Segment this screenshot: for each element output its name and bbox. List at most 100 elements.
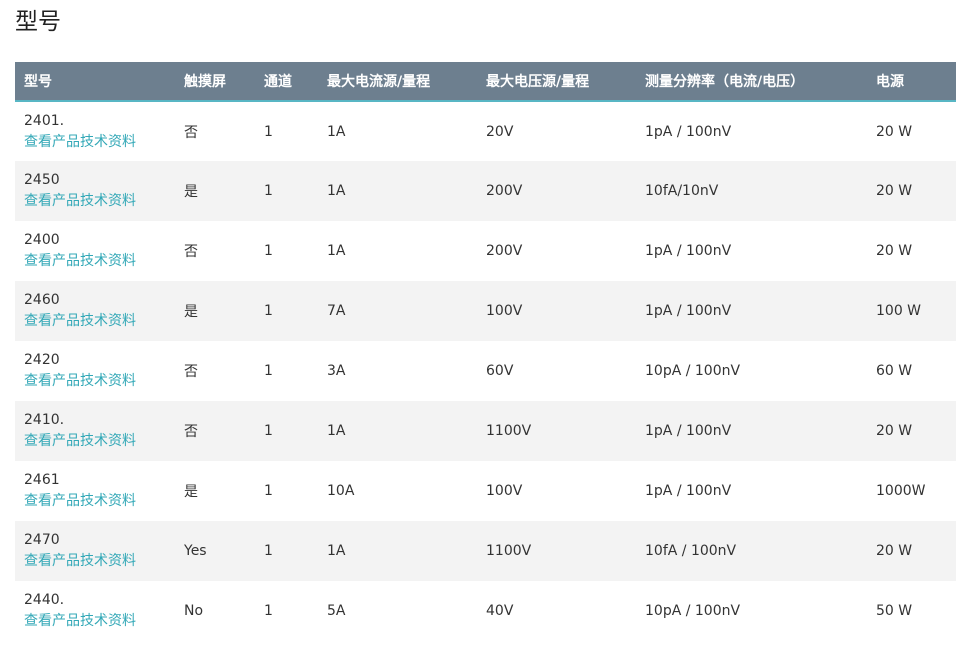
resolution-cell: 1pA / 100nV [645, 303, 732, 319]
product-datasheet-link[interactable]: 查看产品技术资料 [24, 611, 175, 632]
table-row: 2461 查看产品技术资料 是 1 10A 100V 1pA / 100nV 1… [15, 461, 956, 521]
touchscreen-cell: 否 [184, 424, 198, 440]
max-current-cell: 10A [327, 483, 355, 499]
model-table: 型号 触摸屏 通道 最大电流源/量程 最大电压源/量程 测量分辨率（电流/电压）… [15, 62, 956, 641]
model-cell: 2440. 查看产品技术资料 [15, 581, 175, 641]
product-datasheet-link[interactable]: 查看产品技术资料 [24, 371, 175, 392]
model-cell: 2460 查看产品技术资料 [15, 281, 175, 341]
page-title: 型号 [15, 9, 61, 35]
product-datasheet-link[interactable]: 查看产品技术资料 [24, 551, 175, 572]
product-datasheet-link[interactable]: 查看产品技术资料 [24, 251, 175, 272]
touchscreen-cell: Yes [184, 543, 207, 559]
max-current-cell: 1A [327, 543, 346, 559]
table-body: 2401. 查看产品技术资料 否 1 1A 20V 1pA / 100nV 20… [15, 101, 956, 641]
channels-cell: 1 [264, 423, 273, 439]
resolution-cell: 10fA/10nV [645, 183, 719, 199]
channels-cell: 1 [264, 183, 273, 199]
power-cell: 20 W [876, 423, 913, 439]
model-number: 2461 [24, 472, 60, 488]
max-voltage-cell: 60V [486, 363, 514, 379]
max-current-cell: 5A [327, 603, 346, 619]
resolution-cell: 10pA / 100nV [645, 603, 741, 619]
max-current-cell: 1A [327, 423, 346, 439]
table-row: 2420 查看产品技术资料 否 1 3A 60V 10pA / 100nV 60… [15, 341, 956, 401]
power-cell: 1000W [876, 483, 926, 499]
table-wrapper: 型号 触摸屏 通道 最大电流源/量程 最大电压源/量程 测量分辨率（电流/电压）… [15, 62, 956, 641]
channels-cell: 1 [264, 603, 273, 619]
max-current-cell: 1A [327, 243, 346, 259]
max-voltage-cell: 100V [486, 483, 523, 499]
model-number: 2460 [24, 292, 60, 308]
channels-cell: 1 [264, 363, 273, 379]
resolution-cell: 1pA / 100nV [645, 423, 732, 439]
model-cell: 2450 查看产品技术资料 [15, 161, 175, 221]
model-number: 2420 [24, 352, 60, 368]
channels-cell: 1 [264, 123, 273, 140]
header-power[interactable]: 电源 [867, 62, 956, 102]
model-number: 2440. [24, 592, 65, 608]
model-number: 2450 [24, 172, 60, 188]
max-current-cell: 7A [327, 303, 346, 319]
resolution-cell: 1pA / 100nV [645, 243, 732, 259]
touchscreen-cell: 否 [184, 244, 198, 260]
product-datasheet-link[interactable]: 查看产品技术资料 [24, 491, 175, 512]
table-row: 2470 查看产品技术资料 Yes 1 1A 1100V 10fA / 100n… [15, 521, 956, 581]
touchscreen-cell: 是 [184, 304, 198, 320]
touchscreen-cell: No [184, 603, 204, 619]
model-number: 2401. [24, 112, 65, 129]
table-row: 2400 查看产品技术资料 否 1 1A 200V 1pA / 100nV 20… [15, 221, 956, 281]
resolution-cell: 10pA / 100nV [645, 363, 741, 379]
power-cell: 100 W [876, 303, 922, 319]
model-number: 2470 [24, 532, 60, 548]
product-datasheet-link[interactable]: 查看产品技术资料 [24, 311, 175, 332]
max-voltage-cell: 20V [486, 123, 514, 140]
max-voltage-cell: 1100V [486, 543, 532, 559]
header-model[interactable]: 型号 [15, 62, 175, 102]
page: 型号 型号 触摸屏 通道 最大电流源/量程 最大电压源/量程 测量分辨率（电流/… [0, 0, 956, 660]
header-channels[interactable]: 通道 [255, 62, 318, 102]
power-cell: 50 W [876, 603, 913, 619]
max-voltage-cell: 200V [486, 183, 523, 199]
table-header: 型号 触摸屏 通道 最大电流源/量程 最大电压源/量程 测量分辨率（电流/电压）… [15, 62, 956, 102]
model-number: 2410. [24, 412, 65, 428]
model-cell: 2461 查看产品技术资料 [15, 461, 175, 521]
table-row: 2460 查看产品技术资料 是 1 7A 100V 1pA / 100nV 10… [15, 281, 956, 341]
max-current-cell: 1A [327, 123, 346, 140]
model-cell: 2470 查看产品技术资料 [15, 521, 175, 581]
max-voltage-cell: 200V [486, 243, 523, 259]
resolution-cell: 1pA / 100nV [645, 123, 732, 140]
product-datasheet-link[interactable]: 查看产品技术资料 [24, 431, 175, 452]
table-header-row: 型号 触摸屏 通道 最大电流源/量程 最大电压源/量程 测量分辨率（电流/电压）… [15, 62, 956, 102]
header-touchscreen[interactable]: 触摸屏 [175, 62, 255, 102]
header-max-current[interactable]: 最大电流源/量程 [318, 62, 477, 102]
model-cell: 2401. 查看产品技术资料 [15, 101, 175, 161]
model-cell: 2400 查看产品技术资料 [15, 221, 175, 281]
product-datasheet-link[interactable]: 查看产品技术资料 [24, 132, 175, 153]
channels-cell: 1 [264, 543, 273, 559]
table-row: 2401. 查看产品技术资料 否 1 1A 20V 1pA / 100nV 20… [15, 101, 956, 161]
channels-cell: 1 [264, 303, 273, 319]
table-row: 2450 查看产品技术资料 是 1 1A 200V 10fA/10nV 20 W [15, 161, 956, 221]
power-cell: 20 W [876, 183, 913, 199]
model-cell: 2410. 查看产品技术资料 [15, 401, 175, 461]
table-row: 2410. 查看产品技术资料 否 1 1A 1100V 1pA / 100nV … [15, 401, 956, 461]
resolution-cell: 1pA / 100nV [645, 483, 732, 499]
header-max-voltage[interactable]: 最大电压源/量程 [477, 62, 636, 102]
touchscreen-cell: 否 [184, 364, 198, 380]
touchscreen-cell: 否 [184, 124, 198, 141]
channels-cell: 1 [264, 243, 273, 259]
power-cell: 20 W [876, 543, 913, 559]
power-cell: 60 W [876, 363, 913, 379]
model-cell: 2420 查看产品技术资料 [15, 341, 175, 401]
max-current-cell: 1A [327, 183, 346, 199]
max-voltage-cell: 1100V [486, 423, 532, 439]
max-voltage-cell: 40V [486, 603, 514, 619]
max-current-cell: 3A [327, 363, 346, 379]
power-cell: 20 W [876, 123, 913, 140]
header-resolution[interactable]: 测量分辨率（电流/电压） [636, 62, 867, 102]
power-cell: 20 W [876, 243, 913, 259]
product-datasheet-link[interactable]: 查看产品技术资料 [24, 191, 175, 212]
model-number: 2400 [24, 232, 60, 248]
table-row: 2440. 查看产品技术资料 No 1 5A 40V 10pA / 100nV … [15, 581, 956, 641]
resolution-cell: 10fA / 100nV [645, 543, 737, 559]
